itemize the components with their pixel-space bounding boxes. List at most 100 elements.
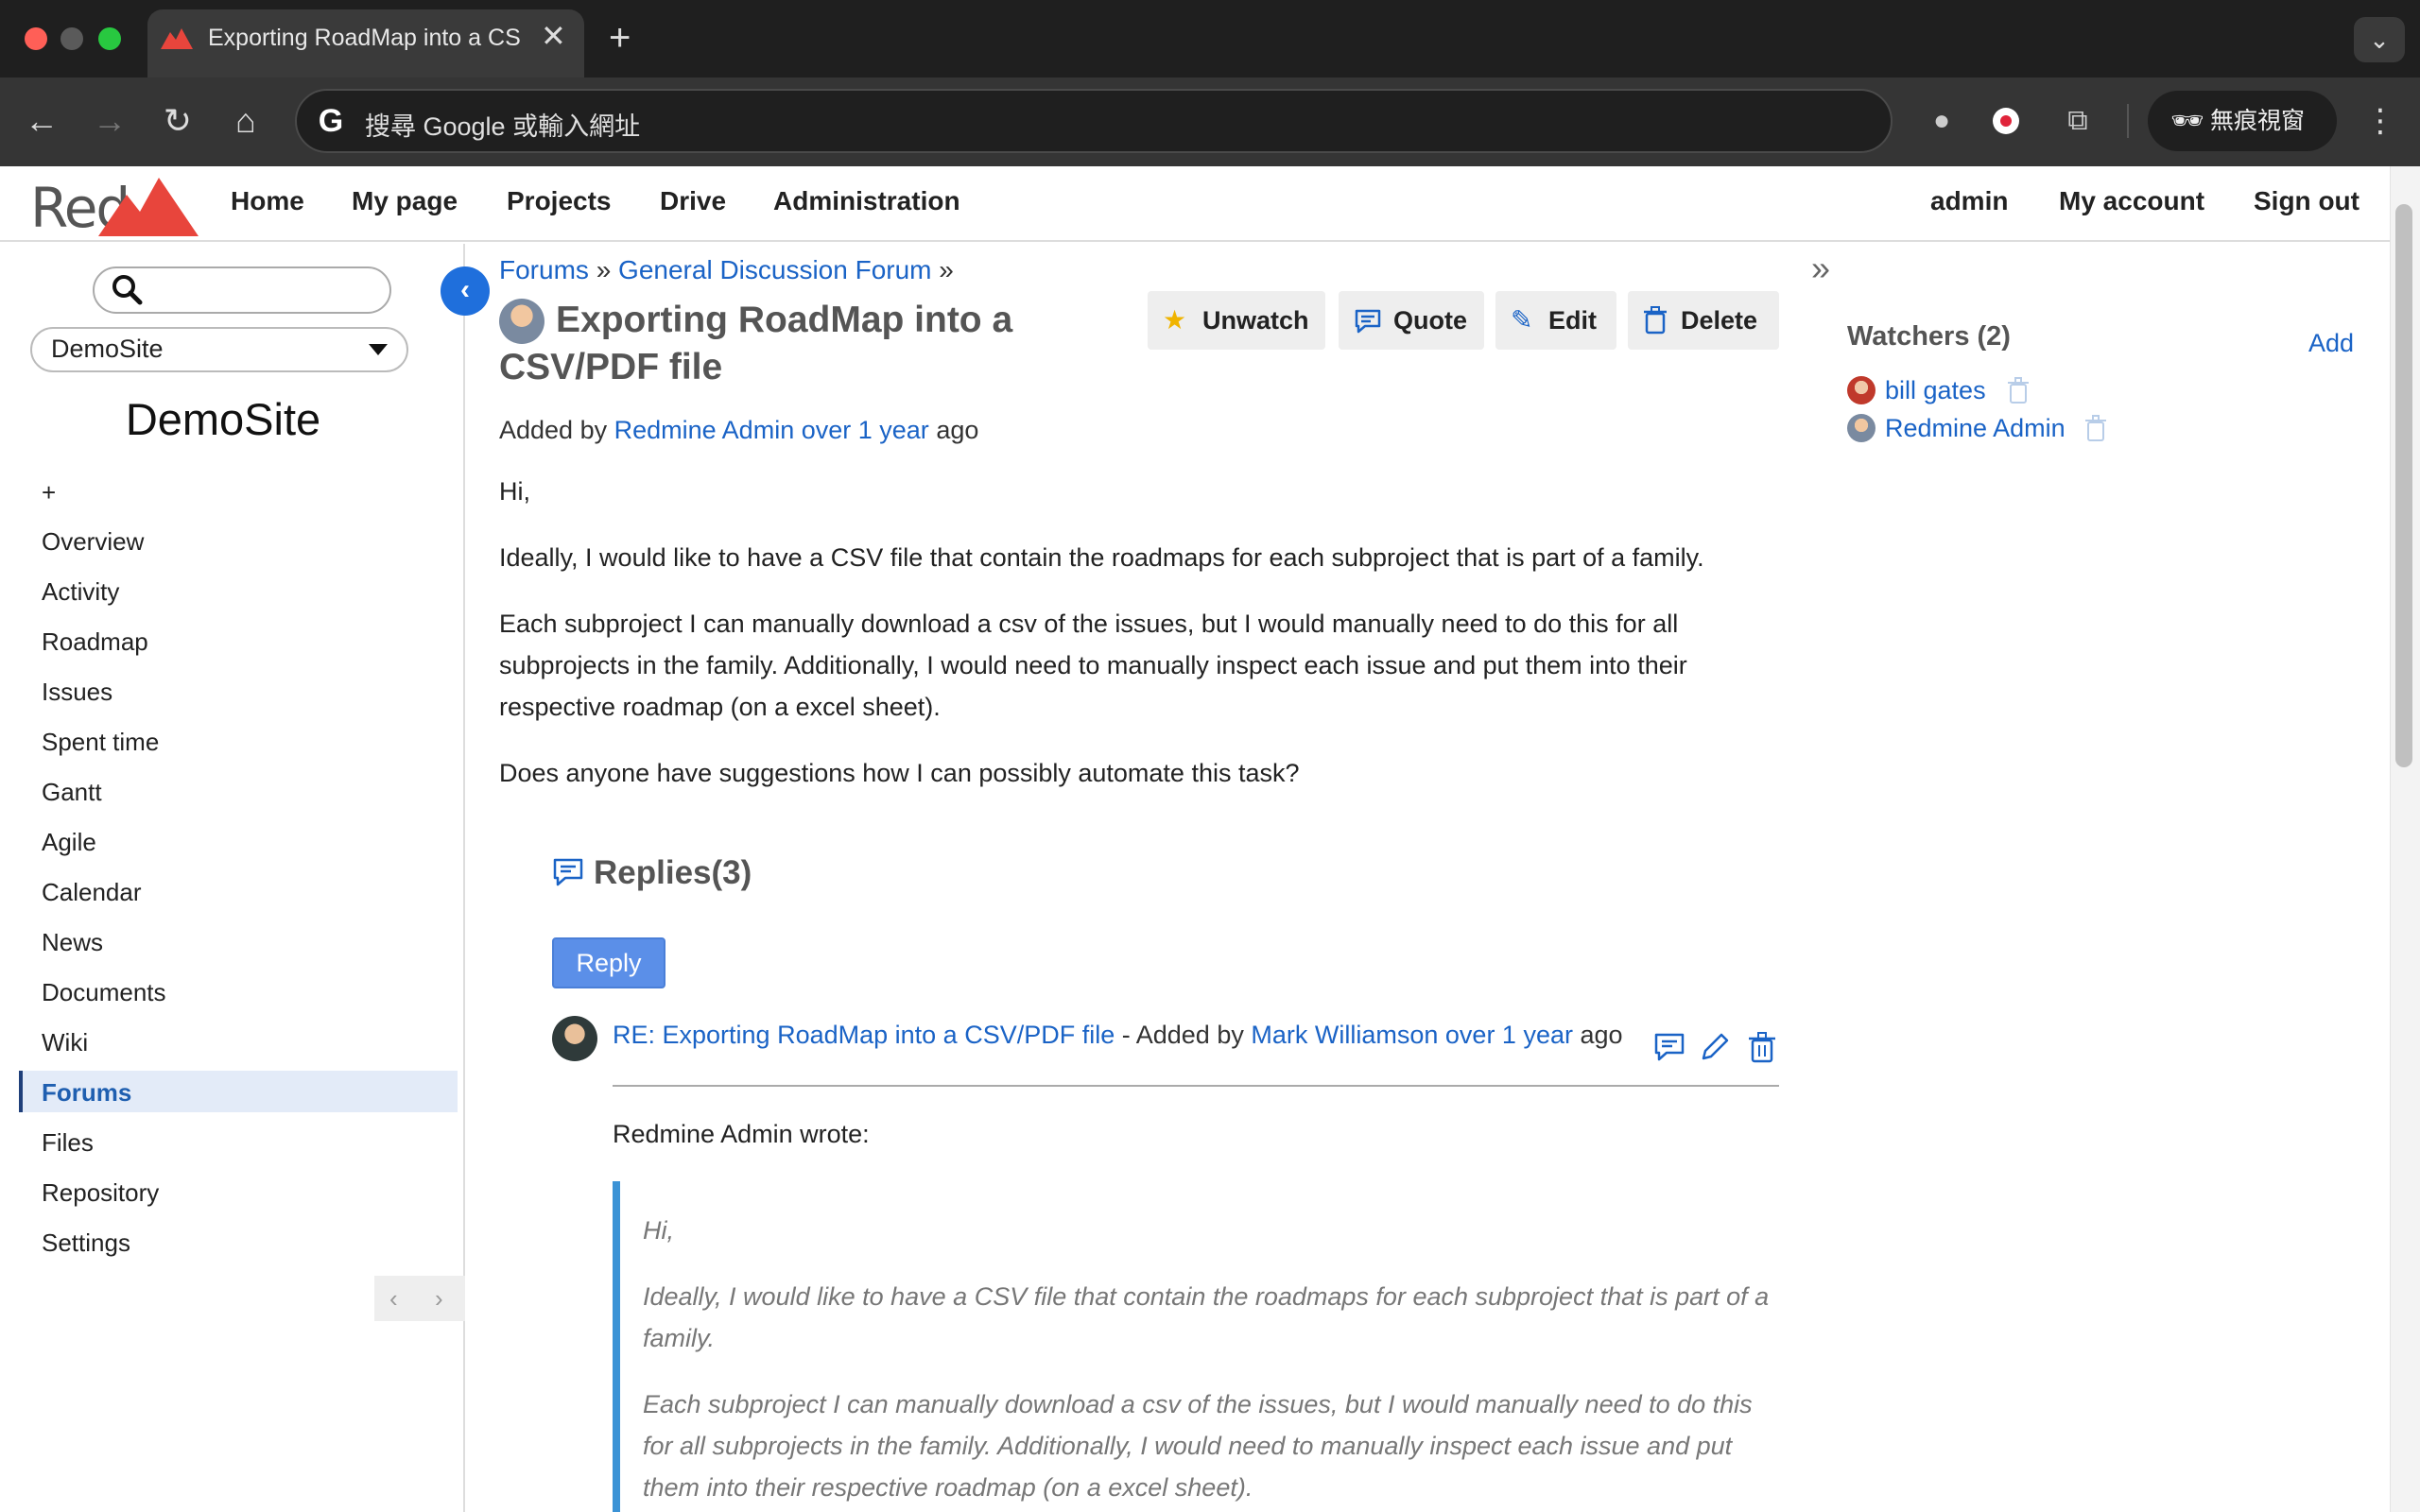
unwatch-label: Unwatch: [1202, 306, 1309, 335]
reply-author-avatar: [552, 1016, 597, 1061]
breadcrumb-separator: »: [596, 255, 612, 284]
google-g-icon: G: [318, 103, 344, 139]
comments-icon: [553, 858, 583, 886]
sidebar-item-overview[interactable]: Overview: [42, 525, 144, 558]
nav-my-page[interactable]: My page: [352, 185, 458, 217]
remove-watcher-trash-icon[interactable]: [2083, 414, 2108, 442]
tab-close-icon[interactable]: ✕: [541, 21, 566, 51]
window-close-button[interactable]: [25, 27, 47, 50]
tab-title: Exporting RoadMap into a CSV/PDF file: [208, 25, 520, 51]
nav-my-account[interactable]: My account: [2059, 185, 2204, 217]
extensions-puzzle-icon[interactable]: ⧉: [2057, 100, 2099, 142]
extension-puzzle-color-icon[interactable]: ●: [1921, 100, 1962, 142]
tab-search-chevron-icon[interactable]: ⌄: [2354, 17, 2405, 62]
sidebar-item-calendar[interactable]: Calendar: [42, 876, 142, 908]
quote-button[interactable]: Quote: [1339, 291, 1484, 350]
sidebar-item-wiki[interactable]: Wiki: [42, 1026, 88, 1058]
pencil-icon: ✎: [1511, 305, 1533, 335]
incognito-icon: 🕶: [2170, 106, 2204, 135]
nav-home[interactable]: Home: [231, 185, 304, 217]
sidebar-item-news[interactable]: News: [42, 926, 103, 958]
window-minimize-button[interactable]: [60, 27, 83, 50]
delete-button[interactable]: Delete: [1628, 291, 1779, 350]
quote-attribution: Redmine Admin wrote:: [613, 1120, 870, 1148]
sidebar-item-forums[interactable]: Forums: [42, 1076, 131, 1108]
topic-body-paragraph: Hi,: [499, 477, 530, 506]
sidebar-item-settings[interactable]: Settings: [42, 1227, 130, 1259]
nav-drive[interactable]: Drive: [660, 185, 726, 217]
logo-mountain-icon[interactable]: [98, 174, 199, 236]
nav-administration[interactable]: Administration: [773, 185, 960, 217]
reply-subject-link[interactable]: RE: Exporting RoadMap into a CSV/PDF fil…: [613, 1021, 1115, 1049]
scroll-right-icon[interactable]: ›: [435, 1276, 443, 1321]
edit-reply-pencil-icon[interactable]: [1698, 1030, 1732, 1064]
remove-watcher-trash-icon[interactable]: [2006, 376, 2031, 404]
project-select-value: DemoSite: [51, 335, 164, 363]
breadcrumb: Forums » General Discussion Forum »: [499, 253, 954, 287]
window-zoom-button[interactable]: [98, 27, 121, 50]
sidebar-item-activity[interactable]: Activity: [42, 576, 119, 608]
toolbar-separator: [2127, 104, 2129, 138]
delete-label: Delete: [1681, 306, 1758, 335]
watcher-avatar: [1847, 376, 1876, 404]
sidebar-item-documents[interactable]: Documents: [42, 976, 166, 1008]
watcher-avatar: [1847, 414, 1876, 442]
forward-arrow-icon[interactable]: →: [83, 94, 136, 147]
reply-divider: [613, 1085, 1779, 1087]
nav-user-admin[interactable]: admin: [1930, 185, 2008, 217]
browser-menu-icon[interactable]: ⋮: [2363, 98, 2397, 144]
reply-header: RE: Exporting RoadMap into a CSV/PDF fil…: [613, 1017, 1634, 1053]
byline-suffix: ago: [936, 416, 979, 444]
quote-reply-icon[interactable]: [1652, 1030, 1686, 1064]
comment-icon: [1355, 309, 1381, 334]
reply-author-link[interactable]: Mark Williamson: [1251, 1021, 1438, 1049]
new-tab-button[interactable]: +: [609, 17, 631, 59]
sidebar-collapse-chevron-icon[interactable]: ‹: [441, 266, 490, 316]
trash-icon: [1644, 306, 1667, 335]
sidebar-item-issues[interactable]: Issues: [42, 676, 112, 708]
home-icon[interactable]: ⌂: [219, 94, 272, 147]
caret-down-icon: [369, 344, 388, 355]
author-link[interactable]: Redmine Admin: [614, 416, 795, 444]
sidebar-item-new[interactable]: +: [42, 476, 56, 508]
sidebar-item-roadmap[interactable]: Roadmap: [42, 626, 148, 658]
sidebar-item-spent-time[interactable]: Spent time: [42, 726, 159, 758]
star-icon: ★: [1163, 305, 1187, 335]
reply-added-by: - Added by: [1121, 1021, 1244, 1049]
reload-icon[interactable]: ↻: [151, 94, 204, 147]
reply-age-link[interactable]: over 1 year: [1445, 1021, 1573, 1049]
reply-button[interactable]: Reply: [552, 937, 666, 988]
replies-heading: Replies(3): [594, 854, 752, 891]
sidebar-project-name: DemoSite: [125, 394, 321, 444]
breadcrumb-board-link[interactable]: General Discussion Forum: [618, 255, 931, 284]
breadcrumb-separator: »: [939, 255, 954, 284]
breadcrumb-forums-link[interactable]: Forums: [499, 255, 589, 284]
record-extension-icon[interactable]: [1993, 108, 2019, 134]
sidebar-item-agile[interactable]: Agile: [42, 826, 96, 858]
search-icon: [112, 275, 143, 305]
age-link[interactable]: over 1 year: [802, 416, 929, 444]
scroll-left-icon[interactable]: ‹: [389, 1276, 398, 1321]
byline-prefix: Added by: [499, 416, 608, 444]
delete-reply-trash-icon[interactable]: [1745, 1030, 1779, 1064]
topic-body-paragraph: Each subproject I can manually download …: [499, 610, 1687, 721]
quote-paragraph: Ideally, I would like to have a CSV file…: [643, 1282, 1770, 1352]
page-scrollbar-thumb[interactable]: [2395, 204, 2412, 767]
topic-title: Exporting RoadMap into a CSV/PDF file: [499, 300, 1013, 387]
watcher-link[interactable]: Redmine Admin: [1885, 412, 2066, 444]
expand-sidebar-chevrons-icon[interactable]: »: [1811, 249, 1830, 287]
sidebar-item-repository[interactable]: Repository: [42, 1177, 159, 1209]
address-bar-placeholder: 搜尋 Google 或輸入網址: [365, 112, 641, 141]
sidebar-horizontal-scroller[interactable]: ‹ ›: [374, 1276, 465, 1321]
watcher-link[interactable]: bill gates: [1885, 374, 1986, 406]
topic-body-paragraph: Does anyone have suggestions how I can p…: [499, 759, 1300, 787]
quote-paragraph: Each subproject I can manually download …: [643, 1390, 1753, 1502]
sidebar-item-files[interactable]: Files: [42, 1126, 94, 1159]
add-watcher-link[interactable]: Add: [2308, 327, 2354, 359]
sidebar-item-gantt[interactable]: Gantt: [42, 776, 102, 808]
nav-projects[interactable]: Projects: [507, 185, 612, 217]
unwatch-button[interactable]: ★ Unwatch: [1148, 291, 1325, 350]
edit-button[interactable]: ✎ Edit: [1495, 291, 1616, 350]
nav-sign-out[interactable]: Sign out: [2254, 185, 2360, 217]
back-arrow-icon[interactable]: ←: [15, 94, 68, 147]
